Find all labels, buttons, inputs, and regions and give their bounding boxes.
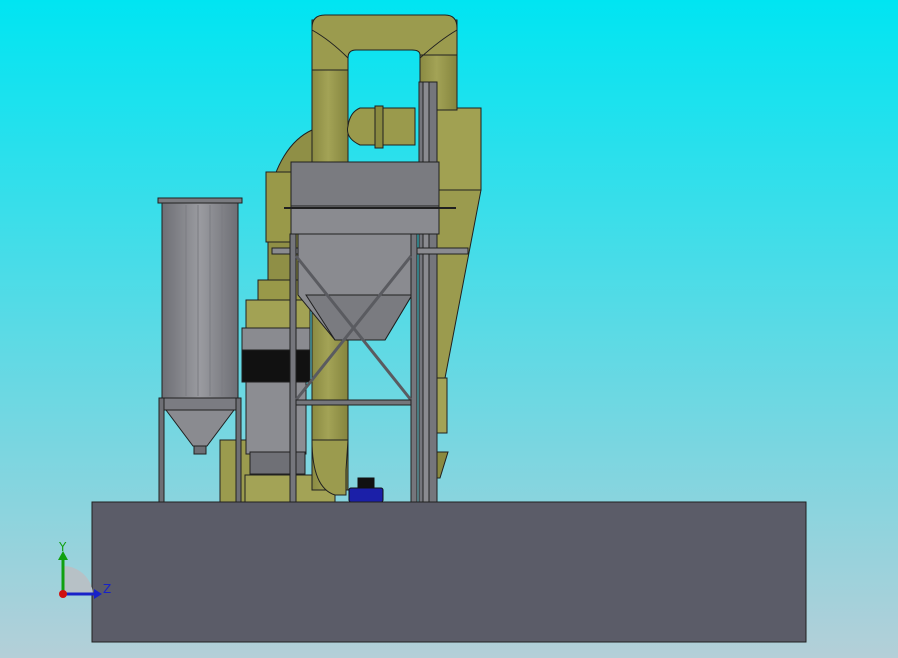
frame-leg-mid bbox=[410, 233, 418, 503]
model-canvas[interactable]: Y Z bbox=[0, 0, 898, 658]
frame-crossbar bbox=[295, 399, 412, 406]
cad-viewport[interactable]: Y Z bbox=[0, 0, 898, 658]
foundation-slab[interactable] bbox=[91, 501, 807, 643]
bag-filter-collar bbox=[161, 397, 239, 411]
barrel-lower bbox=[245, 381, 307, 455]
bag-filter-leg-left bbox=[158, 397, 165, 503]
frame-leg-left bbox=[289, 233, 297, 503]
barrel-skirt bbox=[249, 451, 306, 475]
bag-filter-top bbox=[157, 197, 243, 204]
motor-cap bbox=[357, 477, 375, 489]
bag-filter-outlet bbox=[193, 445, 207, 455]
triad-z-label: Z bbox=[103, 582, 111, 596]
motor-body[interactable] bbox=[348, 487, 384, 503]
barrel-top bbox=[241, 327, 311, 351]
triad-x-axis-dot bbox=[59, 590, 67, 598]
bag-filter-leg-right bbox=[235, 397, 242, 503]
mill-step-3 bbox=[245, 299, 311, 329]
inlet-duct-flange bbox=[374, 105, 384, 149]
barrel-band bbox=[241, 349, 311, 383]
bag-filter-body[interactable] bbox=[161, 202, 239, 399]
storage-bin-band bbox=[290, 205, 440, 235]
triad-y-label: Y bbox=[58, 540, 67, 554]
rear-column-light bbox=[422, 81, 430, 503]
cone-outlet-box bbox=[435, 377, 448, 434]
